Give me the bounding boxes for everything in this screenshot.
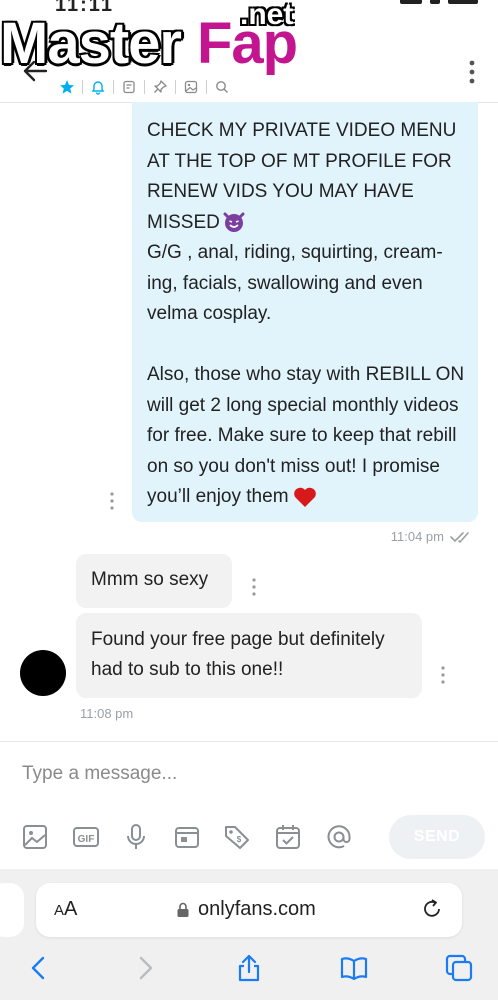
received-message-options[interactable] — [439, 664, 447, 686]
wifi-icon — [430, 0, 440, 4]
image-icon — [23, 825, 47, 849]
separator — [113, 80, 114, 94]
avatar[interactable] — [20, 650, 66, 696]
received-message-bubble[interactable]: Found your free page but definitely had … — [76, 613, 422, 698]
sent-message-options[interactable] — [108, 490, 116, 512]
received-message-text: Mmm so sexy — [91, 569, 209, 590]
share-icon — [238, 954, 260, 982]
more-vertical-icon — [252, 578, 256, 596]
separator — [144, 80, 145, 94]
mention-button[interactable] — [324, 822, 354, 852]
sent-text-list: G/G , anal, riding, squirting, cream-ing… — [147, 242, 443, 324]
sent-message-meta: 11:04 pm — [391, 529, 474, 544]
message-composer: GIF $ SEND — [0, 741, 498, 870]
browser-chrome: AA onlyfans.com — [0, 869, 498, 1000]
share-button[interactable] — [234, 953, 264, 983]
aa-small-label: A — [54, 902, 65, 919]
microphone-icon — [127, 824, 145, 849]
schedule-button[interactable] — [273, 822, 303, 852]
battery-icon — [448, 0, 478, 4]
browser-toolbar — [0, 949, 498, 993]
calendar-check-icon — [276, 825, 300, 849]
separator — [175, 80, 176, 94]
double-check-icon — [450, 531, 469, 543]
bookmarks-button[interactable] — [339, 953, 369, 983]
url-display[interactable]: onlyfans.com — [176, 898, 316, 921]
more-vertical-icon — [469, 60, 475, 84]
reload-icon — [424, 899, 440, 917]
signal-icon — [400, 0, 422, 4]
book-icon — [340, 957, 368, 981]
chevron-right-icon — [139, 956, 153, 980]
svg-text:$: $ — [237, 835, 242, 844]
more-options-button[interactable] — [466, 58, 478, 86]
sent-text-main: CHECK MY PRIVATE VIDEO MENU AT THE TOP O… — [147, 120, 461, 233]
sent-message-bubble[interactable]: CHECK MY PRIVATE VIDEO MENU AT THE TOP O… — [132, 102, 478, 522]
watermark-net: .net — [240, 0, 294, 31]
vault-button[interactable] — [172, 822, 202, 852]
heart-emoji-icon — [293, 486, 317, 508]
at-sign-icon — [327, 825, 351, 849]
aa-label: A — [64, 898, 78, 920]
tabs-icon — [445, 954, 473, 982]
received-message-text: Found your free page but definitely had … — [91, 629, 385, 680]
received-message-time: 11:08 pm — [80, 706, 134, 721]
watermark-logo: Master Fap .net — [0, 0, 320, 82]
separator — [206, 80, 207, 94]
svg-text:GIF: GIF — [78, 834, 95, 845]
message-input[interactable] — [20, 758, 464, 790]
back-nav-button[interactable] — [24, 953, 54, 983]
gif-button[interactable]: GIF — [71, 822, 101, 852]
more-vertical-icon — [441, 666, 445, 684]
more-vertical-icon — [110, 492, 114, 510]
send-button[interactable]: SEND — [389, 815, 485, 859]
status-indicators — [400, 0, 478, 4]
attach-image-button[interactable] — [20, 822, 50, 852]
reader-options-button[interactable]: AA — [54, 898, 77, 921]
lock-icon — [177, 902, 189, 917]
forward-nav-button[interactable] — [130, 953, 160, 983]
price-tag-button[interactable]: $ — [222, 822, 252, 852]
url-text: onlyfans.com — [198, 898, 316, 920]
received-message-options[interactable] — [250, 576, 258, 598]
sent-message-text: CHECK MY PRIVATE VIDEO MENU AT THE TOP O… — [147, 116, 472, 513]
previous-tab-card[interactable] — [0, 883, 24, 937]
reload-button[interactable] — [420, 897, 444, 921]
price-tag-icon: $ — [225, 826, 249, 849]
voice-message-button[interactable] — [121, 822, 151, 852]
watermark-master: Master — [0, 11, 182, 76]
received-message-bubble[interactable]: Mmm so sexy — [76, 554, 232, 608]
gif-icon: GIF — [73, 827, 99, 847]
address-bar[interactable]: AA onlyfans.com — [36, 883, 462, 937]
devil-emoji-icon — [222, 210, 246, 234]
chevron-left-icon — [31, 956, 45, 980]
separator — [82, 80, 83, 94]
vault-icon — [175, 827, 199, 848]
tabs-button[interactable] — [444, 953, 474, 983]
sent-message-time: 11:04 pm — [390, 529, 444, 544]
